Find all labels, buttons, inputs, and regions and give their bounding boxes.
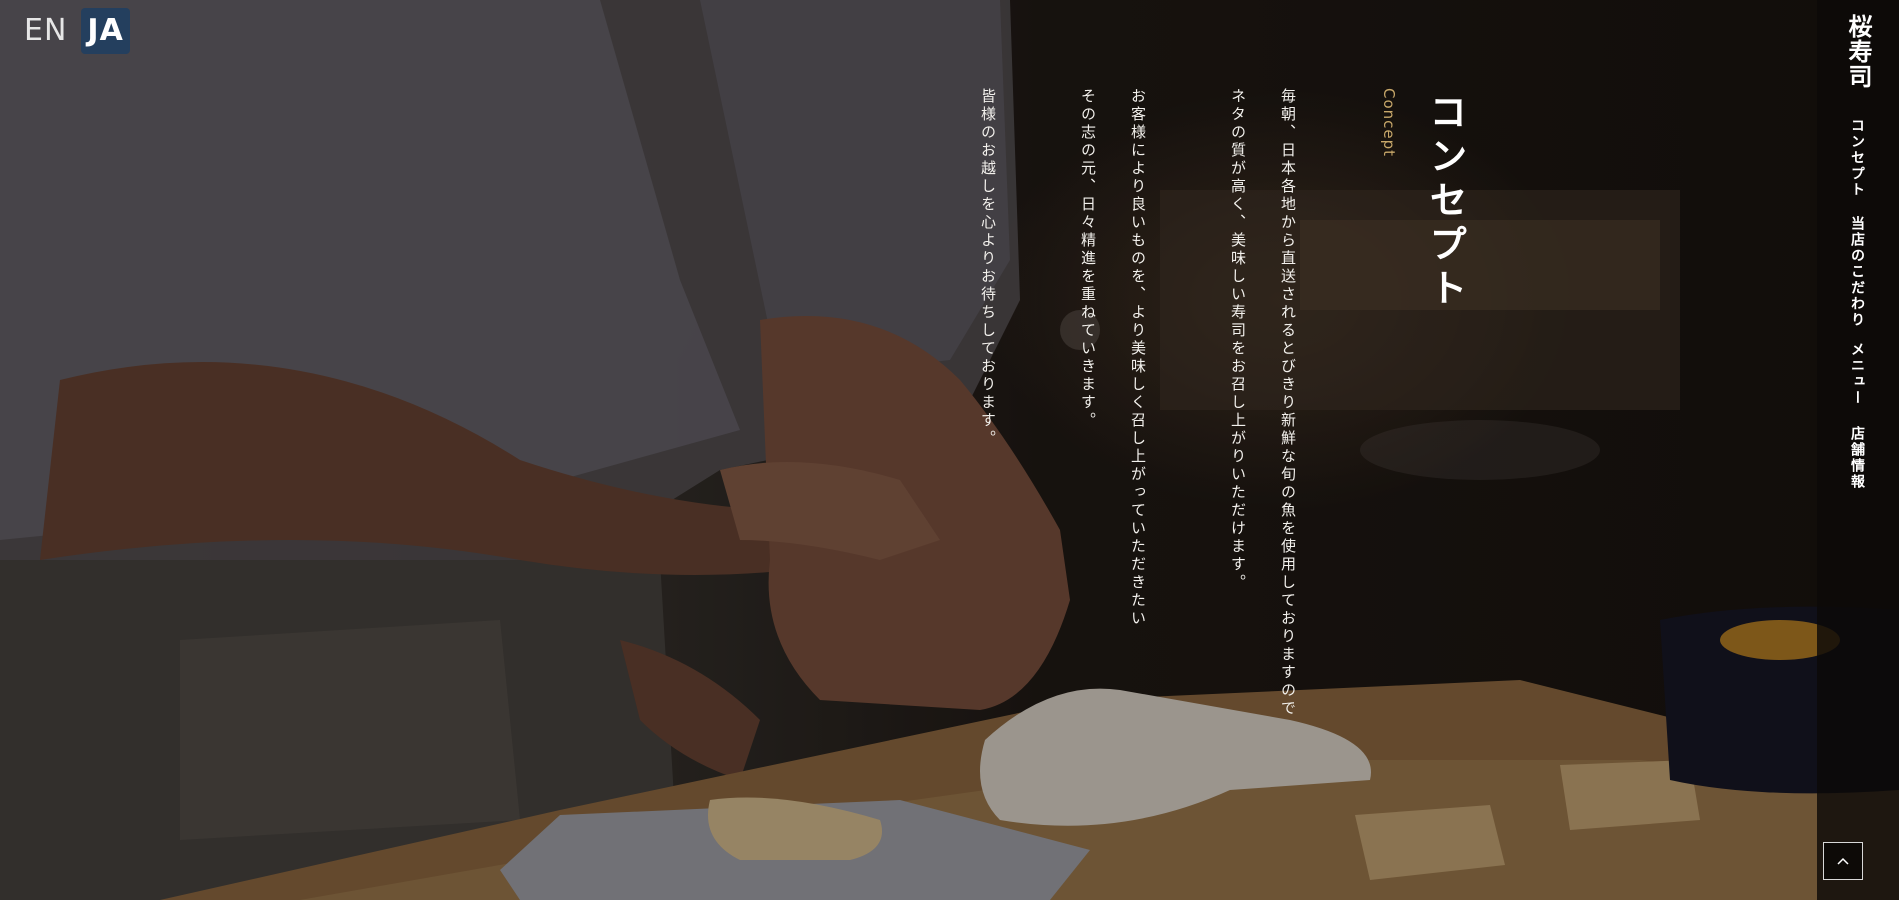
lang-en-button[interactable]: EN xyxy=(18,8,73,54)
nav-item-menu[interactable]: メニュー xyxy=(1847,342,1867,406)
language-switcher: EN JA xyxy=(18,8,130,54)
hero-overlay xyxy=(0,0,1899,900)
nav-item-commitment[interactable]: 当店のこだわり xyxy=(1847,216,1867,328)
concept-paragraph: 皆様のお越しを心よりお待ちしております。 xyxy=(979,88,997,448)
back-to-top-button[interactable] xyxy=(1823,842,1863,880)
chevron-up-icon xyxy=(1837,857,1849,865)
nav-item-store-info[interactable]: 店舗情報 xyxy=(1847,426,1867,490)
concept-subtitle: Concept xyxy=(1380,88,1398,158)
lang-ja-button[interactable]: JA xyxy=(81,8,130,54)
side-navigation: 桜寿司 コンセプト 当店のこだわり メニュー 店舗情報 xyxy=(1817,0,1899,900)
concept-paragraph: その志の元、日々精進を重ねていきます。 xyxy=(1079,88,1097,430)
concept-title: コンセプト xyxy=(1423,92,1468,312)
page: EN JA コンセプト Concept 毎朝、日本各地から直送されるとびきり新鮮… xyxy=(0,0,1899,900)
concept-paragraph: 毎朝、日本各地から直送されるとびきり新鮮な旬の魚を使用しておりますので xyxy=(1279,88,1297,718)
concept-paragraph: お客様により良いものを、より美味しく召し上がっていただきたい xyxy=(1129,88,1147,628)
brand-logo[interactable]: 桜寿司 xyxy=(1841,14,1876,89)
nav-item-concept[interactable]: コンセプト xyxy=(1847,118,1867,198)
concept-paragraph: ネタの質が高く、美味しい寿司をお召し上がりいただけます。 xyxy=(1229,88,1247,592)
